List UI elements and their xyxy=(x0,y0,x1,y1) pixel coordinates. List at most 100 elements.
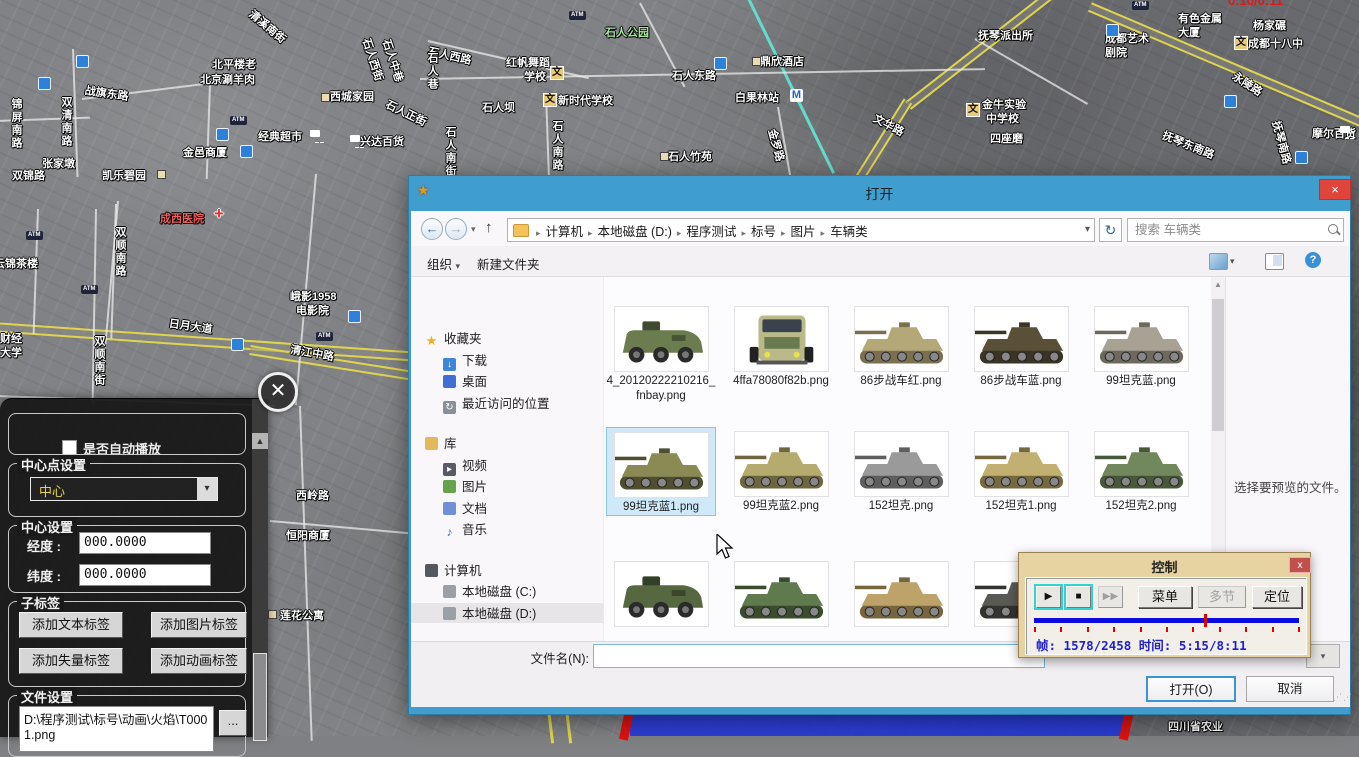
views-caret-icon[interactable]: ▾ xyxy=(1230,256,1235,267)
file-item[interactable]: 99坦克蓝1.png xyxy=(606,427,716,516)
map-label: 日月大道 xyxy=(168,315,214,337)
atm-icon: ATM xyxy=(26,231,43,240)
add-text-tag-button[interactable]: 添加文本标签 xyxy=(19,612,123,638)
resize-grip[interactable]: ⋰⋰ xyxy=(1333,692,1353,703)
breadcrumb[interactable]: ▸计算机▸本地磁盘 (D:)▸程序测试▸标号▸图片▸车辆类 ▾ xyxy=(507,218,1095,242)
refresh-button[interactable]: ↻ xyxy=(1099,218,1122,242)
file-item[interactable]: 86步战车红.png xyxy=(846,302,956,389)
file-item[interactable] xyxy=(846,557,956,629)
filetype-dropdown-icon[interactable]: ▾ xyxy=(1306,644,1340,668)
stop-button[interactable]: ■ xyxy=(1066,586,1091,608)
browse-button[interactable]: ... xyxy=(219,710,247,736)
views-icon[interactable] xyxy=(1209,253,1228,270)
slider-marker[interactable] xyxy=(1204,614,1207,627)
file-item[interactable]: 4_20120222210216_fnbay.png xyxy=(606,302,716,404)
history-caret-icon[interactable]: ▾ xyxy=(471,224,476,235)
forward-button[interactable]: → xyxy=(445,218,467,240)
breadcrumb-segment[interactable]: 本地磁盘 (D:) xyxy=(598,219,672,242)
sidebar-item[interactable]: 文档 xyxy=(411,498,487,518)
map-label: 白果林站 xyxy=(735,89,779,105)
fast-forward-button[interactable]: ▶▶ xyxy=(1098,586,1123,608)
breadcrumb-segment[interactable]: 标号 xyxy=(751,219,776,242)
add-vector-tag-button[interactable]: 添加失量标签 xyxy=(19,648,123,674)
map-road xyxy=(1088,2,1359,128)
breadcrumb-segment[interactable]: 图片 xyxy=(791,219,816,242)
control-close-button[interactable]: x xyxy=(1289,557,1311,573)
menu-button[interactable]: 菜单 xyxy=(1138,586,1192,608)
map-label: 石人竹苑 xyxy=(668,148,712,164)
sidebar-item[interactable]: 桌面 xyxy=(411,371,487,391)
scrollbar-thumb[interactable] xyxy=(253,653,267,741)
add-image-tag-button[interactable]: 添加图片标签 xyxy=(151,612,247,638)
file-item[interactable]: 152坦克1.png xyxy=(966,427,1076,514)
file-item[interactable] xyxy=(606,557,716,629)
sidebar-item[interactable]: 库 xyxy=(411,433,457,453)
add-animation-tag-button[interactable]: 添加动画标签 xyxy=(151,648,247,674)
file-item[interactable]: 99坦克蓝.png xyxy=(1086,302,1196,389)
map-road xyxy=(975,38,1089,105)
map-label: 抚琴派出所 xyxy=(978,27,1033,43)
file-item[interactable]: 86步战车蓝.png xyxy=(966,302,1076,389)
autoplay-checkbox[interactable] xyxy=(62,440,77,455)
atm-icon: ATM xyxy=(81,285,98,294)
multi-section-button[interactable]: 多节 xyxy=(1198,586,1246,608)
map-label: 凯乐碧园 xyxy=(102,167,146,183)
back-button[interactable]: ← xyxy=(421,218,443,240)
slider-tick xyxy=(1140,627,1142,632)
scrollbar-thumb[interactable] xyxy=(1212,299,1224,431)
search-input[interactable]: 搜索 车辆类 xyxy=(1127,218,1344,242)
scroll-up-icon[interactable]: ▲ xyxy=(252,433,268,449)
up-button[interactable]: ↑ xyxy=(485,219,493,236)
center-point-select[interactable]: 中心 ▾ xyxy=(30,477,218,501)
breadcrumb-separator-icon: ▸ xyxy=(816,228,831,238)
breadcrumb-segment[interactable]: 程序测试 xyxy=(686,219,736,242)
filename-input[interactable] xyxy=(593,644,1045,668)
breadcrumb-separator-icon: ▸ xyxy=(672,228,687,238)
sidebar-item[interactable]: 本地磁盘 (C:) xyxy=(411,581,536,601)
map-label: 北平楼老 xyxy=(212,56,256,72)
sidebar-item[interactable]: 图片 xyxy=(411,476,487,496)
file-thumbnail xyxy=(854,431,949,497)
bus-icon xyxy=(240,145,253,158)
locate-button[interactable]: 定位 xyxy=(1252,586,1302,608)
scroll-up-icon[interactable]: ▲ xyxy=(1211,277,1225,292)
cart-icon xyxy=(350,135,360,142)
organize-menu[interactable]: 组织 ▾ xyxy=(427,254,460,273)
center-group: 中心设置 经度 : 000.0000 纬度 : 000.0000 xyxy=(8,525,246,593)
play-button[interactable]: ▶ xyxy=(1036,586,1061,608)
dialog-toolbar: 组织 ▾ 新建文件夹 ▾ ? xyxy=(411,246,1350,277)
file-item[interactable]: 4ffa78080f82b.png xyxy=(726,302,836,389)
file-settings-legend: 文件设置 xyxy=(17,687,77,706)
chevron-down-icon[interactable]: ▾ xyxy=(197,478,217,500)
sidebar-item[interactable]: ↓下载 xyxy=(411,350,487,370)
address-dropdown-icon[interactable]: ▾ xyxy=(1085,224,1090,235)
doc-icon xyxy=(443,502,456,515)
preview-pane-icon[interactable] xyxy=(1265,253,1284,270)
open-button[interactable]: 打开(O) xyxy=(1146,676,1236,702)
dialog-close-button[interactable]: × xyxy=(1319,179,1351,200)
file-item[interactable]: 152坦克.png xyxy=(846,427,956,514)
progress-slider[interactable] xyxy=(1034,618,1299,623)
breadcrumb-segment[interactable]: 计算机 xyxy=(546,219,584,242)
help-icon[interactable]: ? xyxy=(1305,252,1321,268)
latitude-field[interactable]: 000.0000 xyxy=(79,564,211,586)
new-folder-button[interactable]: 新建文件夹 xyxy=(477,254,540,273)
file-item[interactable] xyxy=(726,557,836,629)
animation-path-field[interactable]: D:\程序测试\标号\动画\火焰\T0001.png xyxy=(19,706,214,752)
frame-time-status: 帧: 1578/2458 时间: 5:15/8:11 xyxy=(1036,635,1247,654)
sidebar-item[interactable]: ▸视频 xyxy=(411,455,487,475)
panel-scrollbar[interactable]: ▲ xyxy=(252,399,268,737)
sidebar-item[interactable]: ♪音乐 xyxy=(411,519,487,539)
sidebar-item[interactable]: ★收藏夹 xyxy=(411,328,482,348)
file-item[interactable]: 152坦克2.png xyxy=(1086,427,1196,514)
center-legend: 中心设置 xyxy=(17,517,77,536)
sidebar-item[interactable]: 本地磁盘 (D:) xyxy=(411,603,603,623)
sidebar-item[interactable]: 计算机 xyxy=(411,560,482,580)
longitude-field[interactable]: 000.0000 xyxy=(79,532,211,554)
sidebar-item[interactable]: ↻最近访问的位置 xyxy=(411,393,550,413)
file-item[interactable]: 99坦克蓝2.png xyxy=(726,427,836,514)
breadcrumb-segment[interactable]: 车辆类 xyxy=(830,219,868,242)
panel-close-button[interactable]: ✕ xyxy=(258,372,298,412)
cancel-button[interactable]: 取消 xyxy=(1246,676,1334,702)
bus-icon xyxy=(714,57,727,70)
